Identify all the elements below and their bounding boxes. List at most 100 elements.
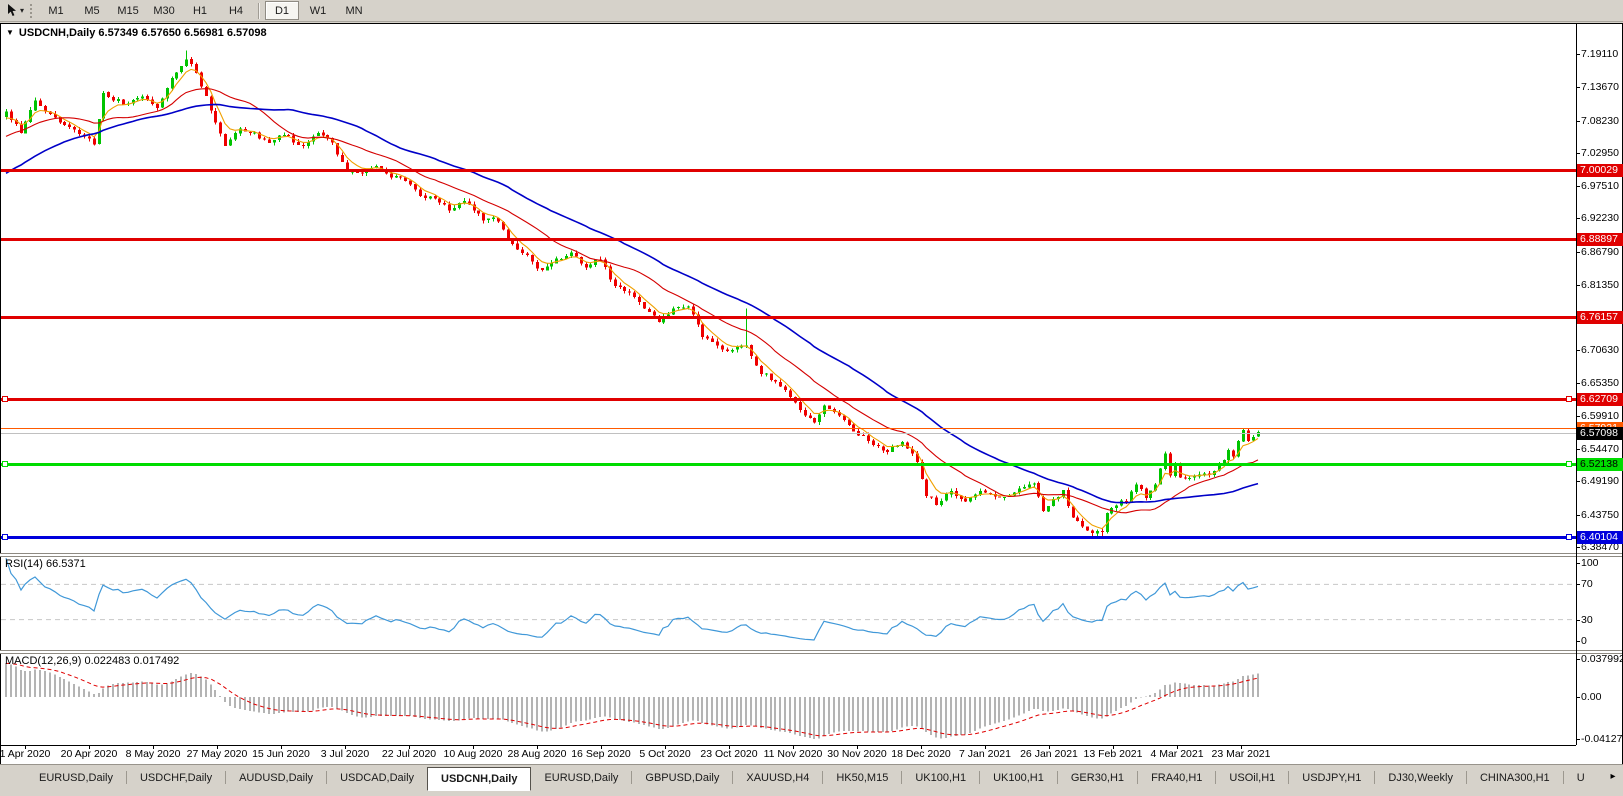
main-price-chart[interactable] — [1, 24, 1576, 553]
price-tick-tick — [1576, 481, 1580, 482]
timeframe-toolbar: ▾ M1M5M15M30H1H4 D1W1MN — [0, 0, 1623, 22]
price-tick-tick — [1576, 383, 1580, 384]
price-tick-tick — [1576, 350, 1580, 351]
chart-ohlc-values: 6.57349 6.57650 6.56981 6.57098 — [98, 27, 266, 39]
chart-tab-usdjpy-h1[interactable]: USDJPY,H1 — [1289, 767, 1374, 788]
price-tag-6.76157: 6.76157 — [1577, 311, 1623, 324]
price-tick-tick — [1576, 186, 1580, 187]
chart-tab-eurusd-daily[interactable]: EURUSD,Daily — [531, 767, 631, 788]
hline-resistance-6.62709[interactable] — [1, 398, 1576, 401]
chart-tab-uk100-h1[interactable]: UK100,H1 — [980, 767, 1057, 788]
date-label: 20 Apr 2020 — [61, 748, 118, 760]
hline-handle-support-6.40104[interactable] — [1566, 534, 1572, 540]
chart-cursor-icon[interactable] — [4, 3, 20, 19]
hline-support-6.40104[interactable] — [1, 536, 1576, 539]
macd-axis-tick — [1576, 697, 1580, 698]
hline-resistance-6.76157[interactable] — [1, 316, 1576, 319]
macd-axis-label: 0.00 — [1581, 691, 1623, 704]
timeframe-button-h4[interactable]: H4 — [219, 1, 253, 20]
hline-handle-resistance-6.62709[interactable] — [1566, 396, 1572, 402]
hline-handle-resistance-6.62709[interactable] — [2, 396, 8, 402]
macd-indicator-chart[interactable] — [1, 653, 1576, 744]
timeframe-button-m15[interactable]: M15 — [111, 1, 145, 20]
date-label: 1 Apr 2020 — [0, 748, 50, 760]
hline-support-6.52138[interactable] — [1, 463, 1576, 466]
price-tick-tick — [1576, 87, 1580, 88]
hline-resistance-7.00029[interactable] — [1, 169, 1576, 172]
timeframe-button-d1[interactable]: D1 — [265, 1, 299, 20]
date-label: 23 Oct 2020 — [700, 748, 757, 760]
hline-handle-support-6.40104[interactable] — [2, 534, 8, 540]
hline-level-6.57921[interactable] — [1, 428, 1576, 429]
date-label: 13 Feb 2021 — [1084, 748, 1143, 760]
timeframe-button-m1[interactable]: M1 — [39, 1, 73, 20]
price-tag-6.62709: 6.62709 — [1577, 393, 1623, 406]
price-tag-7.00029: 7.00029 — [1577, 164, 1623, 177]
chart-tab-uk100-h1[interactable]: UK100,H1 — [902, 767, 979, 788]
price-tag-6.40104: 6.40104 — [1577, 531, 1623, 544]
rsi-indicator-label: RSI(14) 66.5371 — [5, 558, 86, 570]
price-tick-label: 6.43750 — [1581, 509, 1623, 522]
price-tick-tick — [1576, 121, 1580, 122]
price-tick-tick — [1576, 252, 1580, 253]
price-tag-6.57098: 6.57098 — [1577, 427, 1623, 440]
chart-tab-usdchf-daily[interactable]: USDCHF,Daily — [127, 767, 225, 788]
rsi-axis-tick — [1576, 584, 1580, 585]
macd-axis-tick — [1576, 739, 1580, 740]
timeframe-button-m30[interactable]: M30 — [147, 1, 181, 20]
price-tick-label: 6.86790 — [1581, 246, 1623, 259]
hline-bid-line-6.57098[interactable] — [1, 433, 1576, 434]
chart-tab-china300-h1[interactable]: CHINA300,H1 — [1467, 767, 1563, 788]
collapse-arrow-icon[interactable]: ▼ — [6, 28, 14, 37]
price-tick-tick — [1576, 449, 1580, 450]
hline-resistance-6.88897[interactable] — [1, 238, 1576, 241]
macd-values: 0.022483 0.017492 — [84, 655, 179, 667]
chart-tab-usdcnh-daily[interactable]: USDCNH,Daily — [427, 767, 531, 791]
chart-tab-usoil-h1[interactable]: USOil,H1 — [1216, 767, 1288, 788]
date-label: 23 Mar 2021 — [1212, 748, 1271, 760]
chart-symbol-label: USDCNH,Daily — [19, 27, 95, 39]
time-axis-line — [1, 745, 1576, 746]
hline-handle-support-6.52138[interactable] — [1566, 461, 1572, 467]
rsi-axis-tick — [1576, 641, 1580, 642]
cursor-dropdown-caret-icon[interactable]: ▾ — [20, 6, 24, 15]
macd-axis-tick — [1576, 659, 1580, 660]
price-tick-label: 7.02950 — [1581, 147, 1623, 160]
date-label: 30 Nov 2020 — [827, 748, 887, 760]
tab-scroll-right-icon[interactable]: ▸ — [1606, 771, 1620, 782]
chart-tab-gbpusd-daily[interactable]: GBPUSD,Daily — [632, 767, 732, 788]
date-label: 4 Mar 2021 — [1150, 748, 1203, 760]
rsi-value: 66.5371 — [46, 558, 86, 570]
date-label: 27 May 2020 — [187, 748, 248, 760]
chart-tab-dj30-weekly[interactable]: DJ30,Weekly — [1375, 767, 1466, 788]
rsi-indicator-chart[interactable] — [1, 556, 1576, 649]
timeframe-button-m5[interactable]: M5 — [75, 1, 109, 20]
date-label: 3 Jul 2020 — [321, 748, 369, 760]
date-label: 8 May 2020 — [126, 748, 181, 760]
hline-handle-support-6.52138[interactable] — [2, 461, 8, 467]
date-label: 16 Sep 2020 — [571, 748, 631, 760]
chart-tab-hk50-m15[interactable]: HK50,M15 — [823, 767, 901, 788]
chart-tab-u[interactable]: U — [1564, 767, 1598, 788]
chart-tab-usdcad-daily[interactable]: USDCAD,Daily — [327, 767, 427, 788]
chart-tab-xauusd-h4[interactable]: XAUUSD,H4 — [733, 767, 822, 788]
toolbar-grip-handle[interactable] — [30, 4, 32, 18]
price-axis-line — [1576, 24, 1577, 745]
chart-tab-fra40-h1[interactable]: FRA40,H1 — [1138, 767, 1215, 788]
price-tick-label: 6.70630 — [1581, 344, 1623, 357]
timeframe-button-mn[interactable]: MN — [337, 1, 371, 20]
rsi-axis-label: 30 — [1581, 614, 1623, 627]
chart-tab-ger30-h1[interactable]: GER30,H1 — [1058, 767, 1137, 788]
price-tick-tick — [1576, 285, 1580, 286]
macd-axis-label: 0.037992 — [1581, 653, 1623, 666]
mt4-chart-window: ▾ M1M5M15M30H1H4 D1W1MN ▼ USDCNH,Daily 6.5… — [0, 0, 1623, 796]
chart-tab-eurusd-daily[interactable]: EURUSD,Daily — [26, 767, 126, 788]
timeframe-button-h1[interactable]: H1 — [183, 1, 217, 20]
price-tick-label: 6.49190 — [1581, 475, 1623, 488]
chart-tab-audusd-daily[interactable]: AUDUSD,Daily — [226, 767, 326, 788]
timeframe-button-w1[interactable]: W1 — [301, 1, 335, 20]
date-label: 18 Dec 2020 — [891, 748, 951, 760]
price-tick-label: 7.08230 — [1581, 115, 1623, 128]
price-tick-label: 7.19110 — [1581, 48, 1623, 61]
price-tag-6.88897: 6.88897 — [1577, 233, 1623, 246]
